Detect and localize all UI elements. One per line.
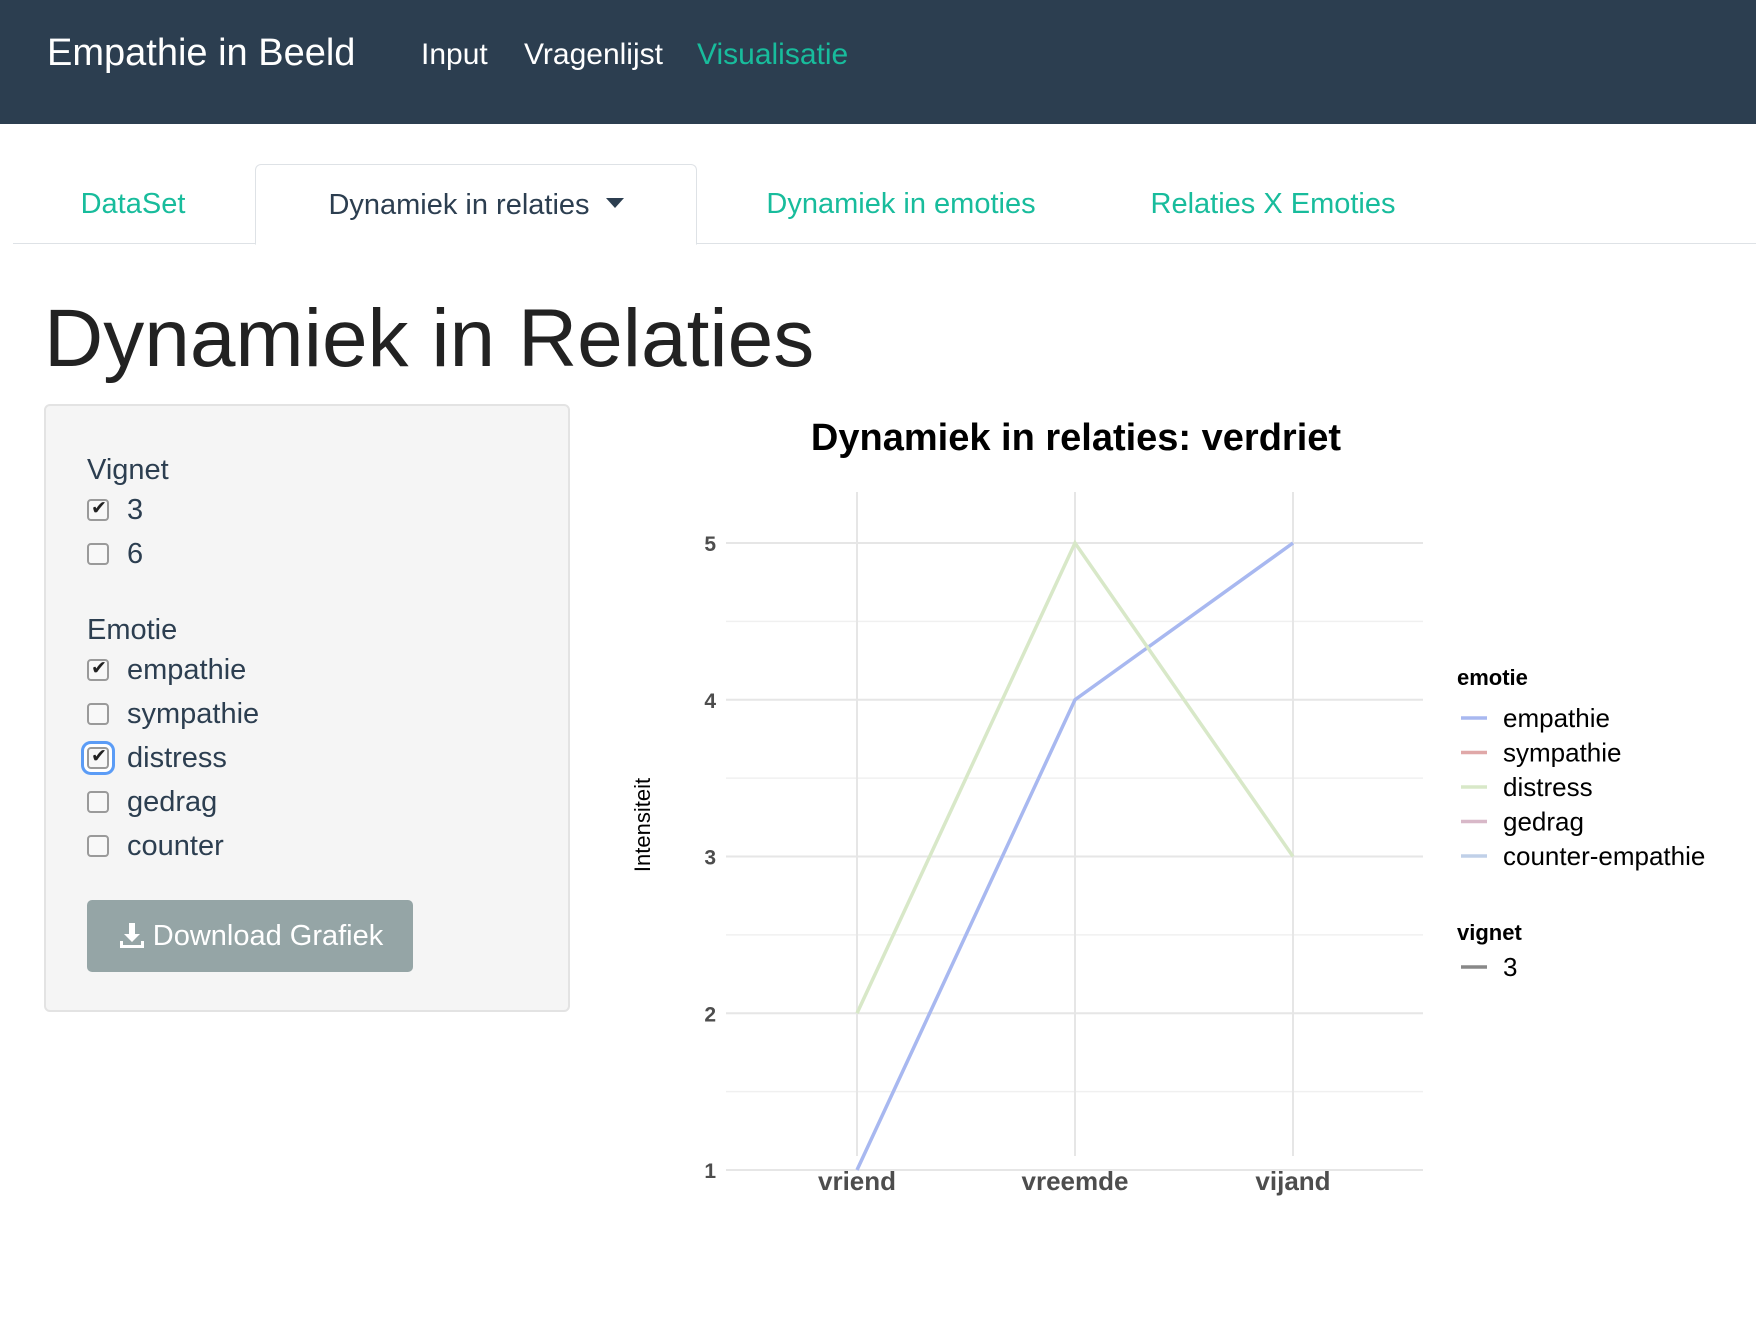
navbar: Empathie in Beeld Input Vragenlijst Visu…: [0, 0, 1756, 124]
checkbox-label: 6: [127, 537, 144, 570]
legend-item-label: sympathie: [1503, 738, 1622, 768]
checkbox-label: empathie: [127, 653, 247, 686]
chart-grid: [726, 492, 1423, 1171]
legend-item-label: counter-empathie: [1503, 841, 1705, 871]
vignet-label: Vignet: [87, 454, 169, 486]
tab-relaties-x-emoties[interactable]: Relaties X Emoties: [1123, 164, 1423, 244]
checkbox[interactable]: [87, 835, 109, 857]
checkbox-label: sympathie: [127, 697, 260, 730]
legend-item-label: empathie: [1503, 703, 1610, 733]
x-tick-label: vijand: [1255, 1166, 1330, 1196]
checkbox-label: gedrag: [127, 785, 218, 818]
emotie-option-counter[interactable]: counter: [87, 828, 224, 864]
chart-title: Dynamiek in relaties: verdriet: [811, 417, 1341, 459]
legend-title-emotie: emotie: [1457, 665, 1528, 690]
chart-legend: emotie empathie sympathie distress gedrag cou…: [1457, 665, 1705, 982]
chart-svg: Dynamiek in relaties: verdriet Intensite…: [630, 417, 1705, 1196]
emotie-label: Emotie: [87, 614, 178, 646]
tab-dynamiek-in-relaties[interactable]: Dynamiek in relaties: [255, 164, 697, 245]
y-tick-label: 3: [704, 847, 716, 870]
checkbox[interactable]: [87, 657, 109, 681]
chart-ticks: 1 2 3 4 5 vriend vreemde vijand: [704, 533, 1330, 1196]
x-tick-label: vriend: [818, 1166, 896, 1196]
line-chart: Dynamiek in relaties: verdriet Intensite…: [620, 404, 1756, 1244]
vignet-option-6[interactable]: 6: [87, 536, 143, 572]
checkbox-label: counter: [127, 829, 224, 862]
nav-link-visualisatie[interactable]: Visualisatie: [697, 38, 848, 72]
caret-down-icon: [605, 198, 624, 209]
checkbox-label: 3: [127, 493, 144, 526]
legend-item-label: distress: [1503, 772, 1593, 802]
vignet-option-3[interactable]: 3: [87, 492, 143, 528]
y-axis-label: Intensiteit: [630, 778, 655, 872]
tab-dynamiek-in-emoties[interactable]: Dynamiek in emoties: [731, 164, 1071, 244]
tab-dynamiek-in-relaties-label: Dynamiek in relaties: [328, 189, 590, 221]
tab-dataset[interactable]: DataSet: [13, 164, 253, 244]
download-button-label: Download Grafiek: [152, 919, 384, 952]
y-tick-label: 1: [704, 1160, 716, 1183]
checkbox[interactable]: [87, 703, 109, 725]
checkbox[interactable]: [87, 745, 109, 769]
checkbox[interactable]: [87, 791, 109, 813]
checkbox[interactable]: [87, 543, 109, 565]
tab-bar: DataSet Dynamiek in relaties Dynamiek in…: [13, 164, 1756, 245]
y-tick-label: 4: [704, 690, 716, 713]
legend-title-vignet: vignet: [1457, 920, 1522, 945]
sidebar-panel: Vignet 3 6 Emotie empathie sympathie dis…: [44, 404, 570, 1012]
emotie-option-sympathie[interactable]: sympathie: [87, 696, 259, 732]
legend-item-label: 3: [1503, 952, 1517, 982]
emotie-option-gedrag[interactable]: gedrag: [87, 784, 217, 820]
x-tick-label: vreemde: [1022, 1166, 1129, 1196]
download-icon: [119, 923, 144, 948]
y-tick-label: 2: [704, 1003, 716, 1026]
page-title: Dynamiek in Relaties: [44, 293, 815, 384]
nav-link-vragenlijst[interactable]: Vragenlijst: [524, 38, 663, 72]
emotie-option-distress[interactable]: distress: [87, 740, 227, 776]
legend-item-label: gedrag: [1503, 807, 1584, 837]
checkbox[interactable]: [87, 497, 109, 521]
y-tick-label: 5: [704, 533, 716, 556]
brand-title[interactable]: Empathie in Beeld: [47, 32, 355, 75]
nav-link-input[interactable]: Input: [421, 38, 488, 72]
checkbox-label: distress: [127, 741, 227, 774]
download-grafiek-button[interactable]: Download Grafiek: [87, 900, 413, 972]
emotie-option-empathie[interactable]: empathie: [87, 652, 246, 688]
